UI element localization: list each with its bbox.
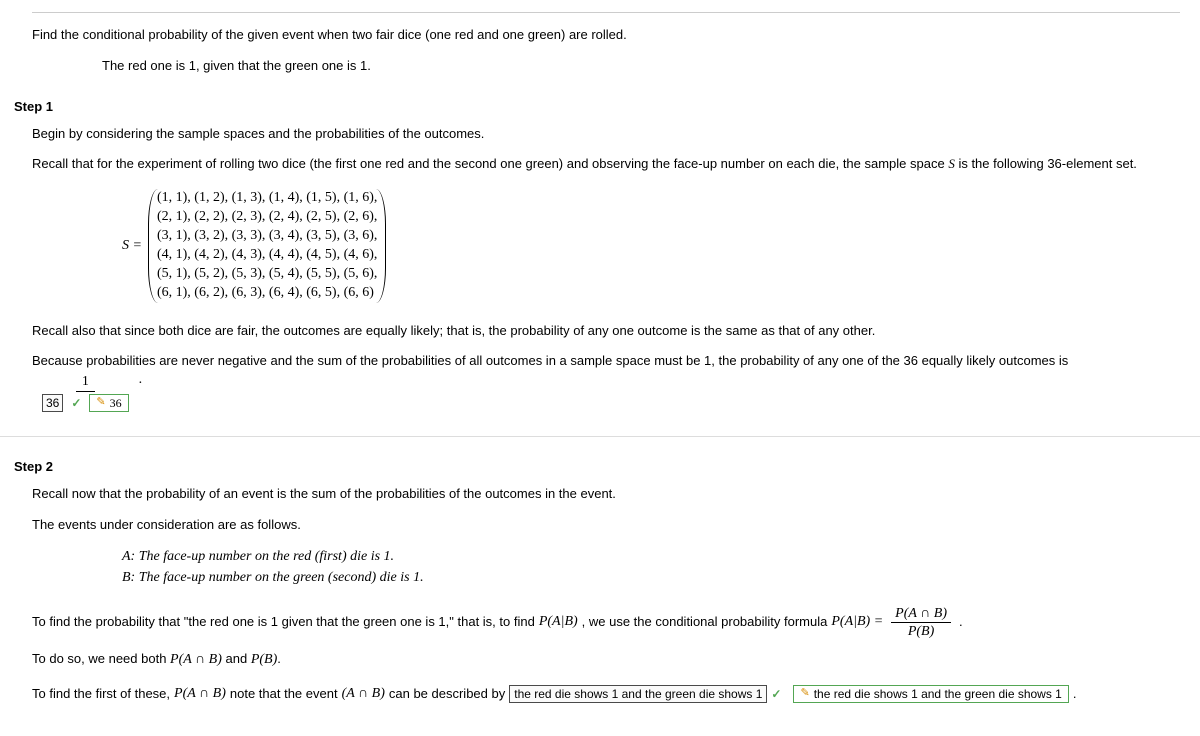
step2-p5: To find the first of these, P(A ∩ B) not… — [32, 681, 1180, 708]
step2-p4: To do so, we need both P(A ∩ B) and P(B)… — [32, 649, 1180, 671]
question-main: Find the conditional probability of the … — [32, 12, 1180, 46]
check-icon: ✓ — [771, 683, 781, 706]
correct-select-box: ✎ the red die shows 1 and the green die … — [793, 685, 1068, 703]
step1-p4: Because probabilities are never negative… — [32, 351, 1180, 372]
step2-p1: Recall now that the probability of an ev… — [32, 484, 1180, 505]
correct-answer-box: ✎ 36 — [89, 394, 128, 412]
sample-space-set: S = (1, 1), (1, 2), (1, 3), (1, 4), (1, … — [32, 189, 1180, 302]
section-divider — [0, 436, 1200, 437]
user-answer-input[interactable]: 36 — [42, 394, 63, 412]
step1-label: Step 1 — [14, 99, 1186, 114]
step1-p1: Begin by considering the sample spaces a… — [32, 124, 1180, 145]
probability-fraction: 1 36 ✓ ✎ 36 . — [32, 374, 1180, 412]
question-sub: The red one is 1, given that the green o… — [32, 56, 1180, 77]
step-icon: ✎ — [800, 685, 809, 701]
user-select-answer[interactable]: the red die shows 1 and the green die sh… — [509, 685, 767, 703]
step1-p2: Recall that for the experiment of rollin… — [32, 154, 1180, 175]
step2-p2: The events under consideration are as fo… — [32, 515, 1180, 536]
check-icon: ✓ — [71, 396, 81, 410]
step2-p3: To find the probability that "the red on… — [32, 605, 1180, 641]
step1-p3: Recall also that since both dice are fai… — [32, 321, 1180, 342]
set-rows: (1, 1), (1, 2), (1, 3), (1, 4), (1, 5), … — [157, 189, 377, 302]
step2-label: Step 2 — [14, 459, 1186, 474]
step-icon: ✎ — [96, 394, 105, 410]
events-block: A: The face-up number on the red (first)… — [32, 546, 1180, 589]
